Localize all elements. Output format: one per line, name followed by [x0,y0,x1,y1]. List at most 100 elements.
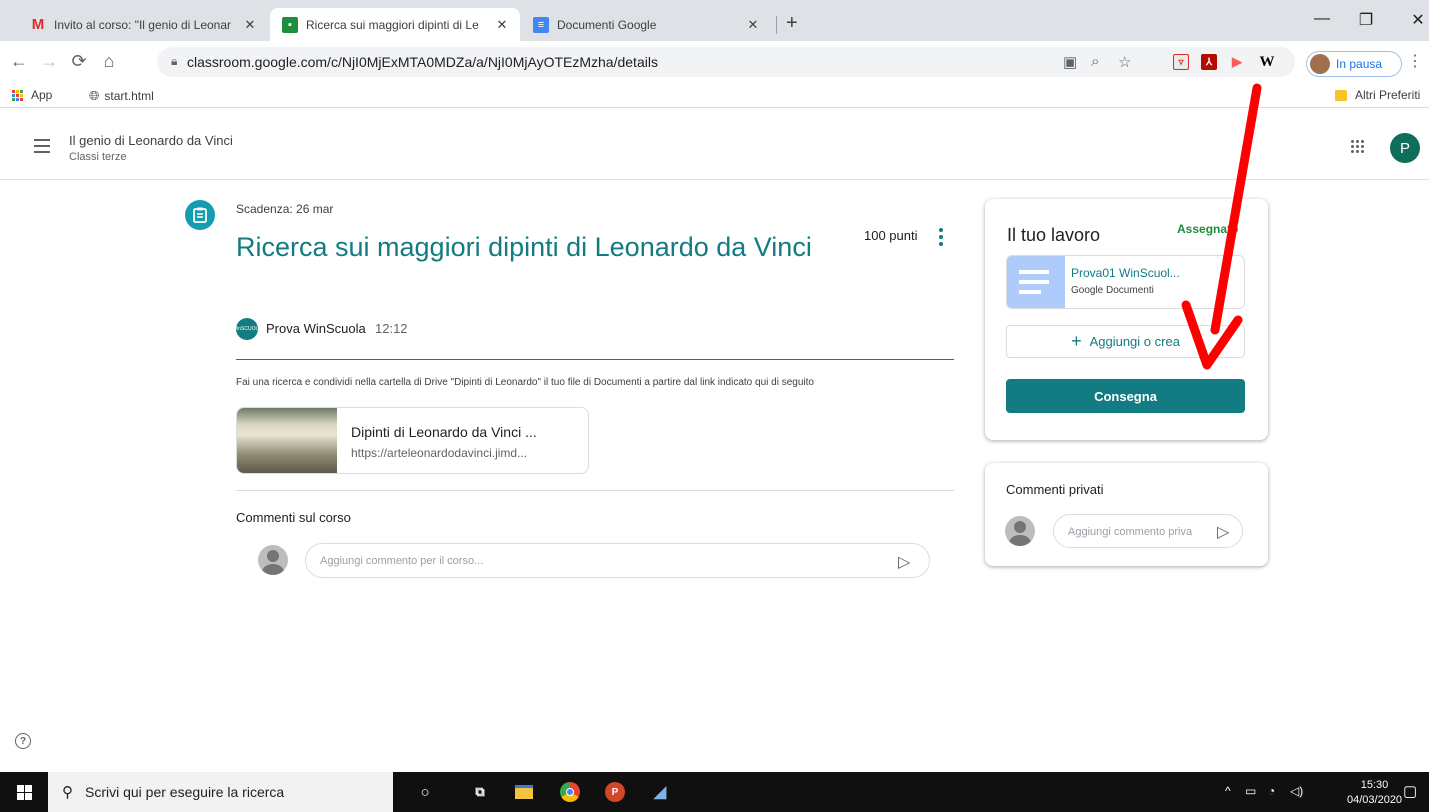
windows-taskbar: ⚲ Scrivi qui per eseguire la ricerca ○ ⧉… [0,772,1429,812]
browser-tab-strip: M Invito al corso: "Il genio di Leonar ✕… [0,0,1429,41]
send-icon[interactable]: ▷ [1214,522,1230,542]
home-button[interactable]: ⌂ [98,51,120,72]
reload-button[interactable]: ⟳ [68,51,90,72]
commenter-avatar [258,545,288,575]
task-view-icon[interactable]: ⧉ [470,782,490,802]
taskbar-clock[interactable]: 15:30 04/03/2020 [1347,778,1402,808]
bookmark-other-folder[interactable]: Altri Preferiti [1335,88,1420,102]
author-avatar: WinSCUOLA [232,318,262,340]
cast-icon[interactable]: ▣ [1063,53,1077,71]
bookmark-start[interactable]: 🌐︎ start.html [89,88,154,104]
tab-title: Invito al corso: "Il genio di Leonar [54,17,232,32]
file-explorer-icon[interactable] [515,785,533,799]
bookmark-label: start.html [104,89,154,103]
tab-google-docs[interactable]: ≡ Documenti Google ✕ [521,8,771,41]
submit-button[interactable]: Consegna [1006,379,1245,413]
private-comments-card: Commenti privati Aggiungi commento priva… [985,463,1268,566]
your-work-card: Il tuo lavoro Assegnato Prova01 WinScuol… [985,199,1268,440]
minimize-button[interactable]: — [1302,10,1342,28]
search-icon: ⚲ [62,784,73,801]
taskbar-search-placeholder: Scrivi qui per eseguire la ricerca [85,784,285,800]
file-type: Google Documenti [1071,285,1154,296]
chrome-taskbar-icon[interactable] [560,782,580,802]
send-icon[interactable]: ▷ [898,552,910,572]
assignment-instructions: Fai una ricerca e condividi nella cartel… [236,377,814,388]
course-title[interactable]: Il genio di Leonardo da Vinci [69,133,233,148]
close-window-button[interactable]: ✕ [1398,10,1429,30]
attachment-link-card[interactable]: Dipinti di Leonardo da Vinci ... https:/… [236,407,589,474]
private-comment-input[interactable]: Aggiungi commento priva ▷ [1053,514,1243,548]
work-status-badge: Assegnato [1177,222,1239,236]
wikipedia-extension-icon[interactable]: W [1259,54,1275,70]
apps-grid-icon [12,89,23,101]
assignment-title: Ricerca sui maggiori dipinti di Leonardo… [236,232,812,262]
powerpoint-icon[interactable]: P [605,782,625,802]
restore-button[interactable]: ❐ [1346,10,1386,30]
help-icon[interactable]: ? [15,733,31,749]
screencast-extension-icon[interactable]: ▶ [1229,54,1245,70]
chevron-up-icon[interactable]: ^ [1225,784,1231,798]
docs-file-icon [1007,256,1065,308]
google-apps-icon[interactable] [1351,140,1365,154]
class-comment-input[interactable]: Aggiungi commento per il corso... ▷ [305,543,930,578]
divider [236,359,954,360]
attached-file-card[interactable]: Prova01 WinScuol... Google Documenti [1006,255,1245,309]
add-create-label: Aggiungi o crea [1089,334,1180,349]
classroom-header: Il genio di Leonardo da Vinci Classi ter… [0,118,1429,180]
new-tab-button[interactable]: + [786,12,798,35]
cortana-icon[interactable]: ○ [415,782,435,802]
link-title: Dipinti di Leonardo da Vinci ... [351,424,537,440]
bookmark-label: Altri Preferiti [1355,88,1421,102]
due-date: Scadenza: 26 mar [236,202,334,216]
gmail-icon: M [31,16,45,33]
commenter-avatar [1005,516,1035,546]
bookmark-apps[interactable]: App [12,88,52,102]
close-icon[interactable]: ✕ [745,17,761,33]
windows-start-button[interactable] [0,772,48,812]
profile-button[interactable]: In pausa [1306,51,1402,77]
app-icon[interactable]: ◢ [650,782,670,802]
system-tray: ^ ▭ ◔ ◁) [1220,772,1340,812]
pocket-extension-icon[interactable]: ▿ [1173,54,1189,70]
private-comment-placeholder: Aggiungi commento priva [1068,526,1193,538]
link-url: https://arteleonardodavinci.jimd... [351,446,528,460]
bookmarks-bar: App 🌐︎ start.html Altri Preferiti [0,86,1429,108]
battery-icon[interactable]: ▭ [1245,784,1256,798]
lock-icon: 🔒︎ [171,54,178,68]
wifi-icon[interactable]: ◔ [1268,784,1275,798]
chrome-menu-icon[interactable]: ⋮ [1404,51,1426,71]
pdf-extension-icon[interactable]: ⅄ [1201,54,1217,70]
docs-icon: ≡ [533,16,549,33]
browser-toolbar: ← → ⟳ ⌂ 🔒︎ classroom.google.com/c/NjI0Mj… [0,41,1429,86]
notifications-icon[interactable]: ▢ [1403,782,1417,800]
windows-logo-icon [16,784,32,800]
volume-icon[interactable]: ◁) [1290,784,1303,798]
assignment-icon [185,200,215,230]
tab-classroom-assignment[interactable]: ▪ Ricerca sui maggiori dipinti di Le ✕ [270,8,520,41]
clock-date: 04/03/2020 [1347,794,1403,806]
your-work-title: Il tuo lavoro [1007,225,1101,245]
course-section: Classi terze [69,151,127,163]
back-button[interactable]: ← [8,51,30,72]
author-name: Prova WinScuola [266,321,366,336]
address-bar[interactable]: 🔒︎ classroom.google.com/c/NjI0MjExMTA0MD… [157,47,1295,77]
assignment-points: 100 punti [864,228,918,243]
close-icon[interactable]: ✕ [494,17,510,33]
menu-icon[interactable] [34,139,50,157]
class-comments-label: Commenti sul corso [236,510,351,525]
more-options-icon[interactable] [937,228,945,246]
classroom-icon: ▪ [282,16,298,33]
tab-title: Documenti Google [557,17,657,32]
private-comments-title: Commenti privati [1006,482,1104,497]
bookmark-star-icon[interactable]: ☆ [1118,53,1131,71]
add-or-create-button[interactable]: + Aggiungi o crea [1006,325,1245,358]
close-icon[interactable]: ✕ [242,17,258,33]
zoom-icon[interactable]: ⌕ [1091,53,1099,70]
user-avatar[interactable]: P [1390,133,1420,163]
forward-button[interactable]: → [38,51,60,72]
post-time: 12:12 [375,321,408,336]
globe-icon: 🌐︎ [89,88,100,103]
tab-gmail-invite[interactable]: M Invito al corso: "Il genio di Leonar ✕ [18,8,268,41]
url-text: classroom.google.com/c/NjI0MjExMTA0MDZa/… [187,54,658,70]
taskbar-search-box[interactable]: ⚲ Scrivi qui per eseguire la ricerca [48,772,393,812]
